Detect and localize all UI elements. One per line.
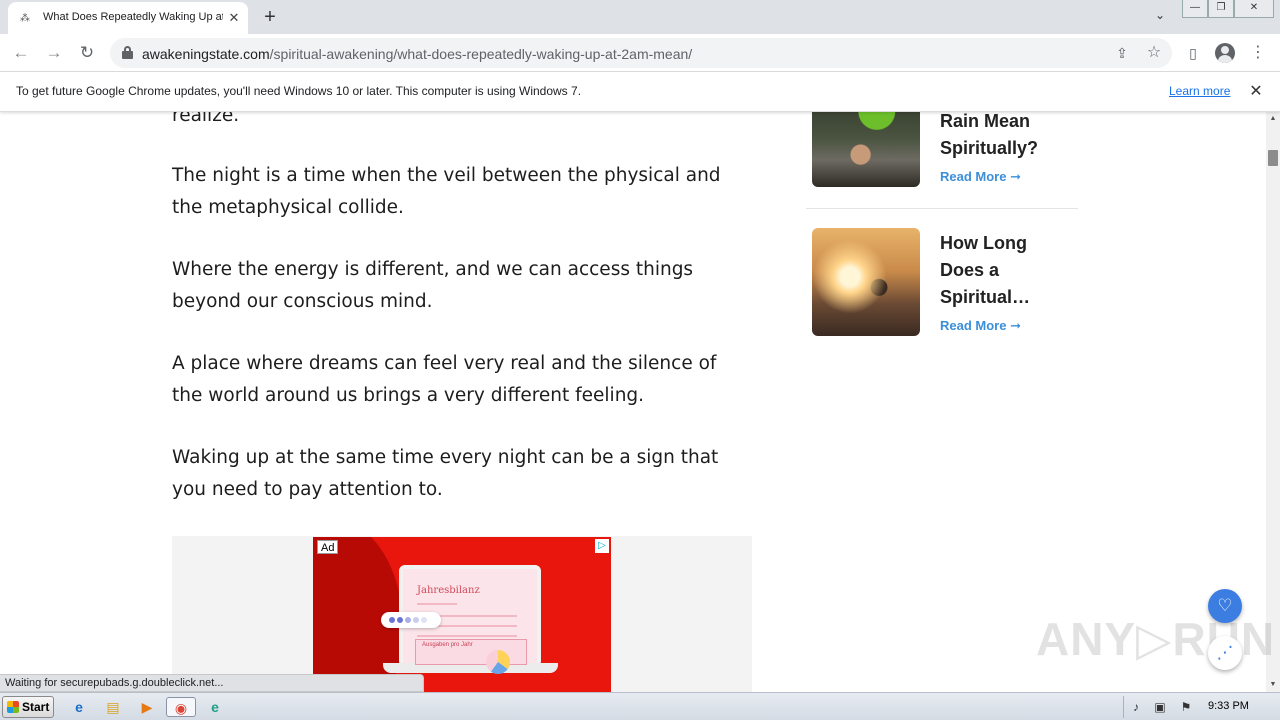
infobar-message: To get future Google Chrome updates, you… <box>16 84 582 98</box>
tab-title: What Does Repeatedly Waking Up at 2am Me… <box>43 11 223 23</box>
related-post-thumbnail[interactable] <box>812 112 920 187</box>
network-icon[interactable]: ▣ <box>1152 699 1168 715</box>
adchoices-icon[interactable]: ▷ <box>595 539 609 553</box>
url-path: /spiritual-awakening/what-does-repeatedl… <box>269 46 693 62</box>
read-more-link[interactable]: Read More ➞ <box>940 169 1021 185</box>
restore-button[interactable]: ❐ <box>1208 0 1234 18</box>
media-player-icon[interactable]: ▶ <box>134 697 160 717</box>
site-favicon-icon: ⁂ <box>20 13 30 24</box>
minimize-button[interactable]: — <box>1182 0 1208 18</box>
tab-close-icon[interactable]: ✕ <box>226 10 242 26</box>
scroll-up-arrow-icon[interactable]: ▲ <box>1266 112 1280 126</box>
close-window-button[interactable]: ✕ <box>1234 0 1274 18</box>
ad-container: Ad ▷ Jahresbilanz Ausgaben pro Jahr <box>172 536 752 692</box>
ad-badge: Ad <box>317 540 339 554</box>
learn-more-link[interactable]: Learn more <box>1169 84 1230 98</box>
page-content: realize. The night is a time when the ve… <box>0 112 1266 692</box>
article-paragraph: A place where dreams can feel very real … <box>172 353 717 406</box>
bookmark-star-icon[interactable]: ☆ <box>1145 44 1163 62</box>
tray-separator <box>1123 696 1124 718</box>
new-tab-button[interactable]: + <box>258 5 282 29</box>
infobar-close-icon[interactable]: ✕ <box>1246 82 1266 102</box>
ad-text-line <box>417 603 457 605</box>
windows-logo-icon <box>7 701 19 713</box>
side-panel-icon[interactable]: ▯ <box>1183 43 1203 63</box>
profile-avatar-icon[interactable] <box>1215 43 1235 63</box>
url-domain: awakeningstate.com <box>142 46 270 62</box>
related-post-title[interactable]: How Long Does a Spiritual… <box>940 230 1070 311</box>
related-post-thumbnail[interactable] <box>812 228 920 336</box>
pie-chart-icon <box>486 650 510 674</box>
lock-icon[interactable] <box>122 46 133 59</box>
loading-dots-pill <box>381 612 441 628</box>
article-paragraph: The night is a time when the veil betwee… <box>172 165 721 218</box>
article-paragraph: Where the energy is different, and we ca… <box>172 259 694 312</box>
update-infobar: To get future Google Chrome updates, you… <box>0 72 1280 112</box>
sidebar-divider <box>806 208 1078 209</box>
action-center-flag-icon[interactable]: ⚑ <box>1178 699 1194 715</box>
related-post-title[interactable]: Rain Mean Spiritually? <box>940 112 1070 162</box>
ad-laptop-title: Jahresbilanz <box>417 585 480 596</box>
reload-button[interactable]: ↻ <box>76 42 98 64</box>
volume-icon[interactable]: ♪ <box>1128 699 1144 715</box>
browser-tab[interactable]: ⁂ What Does Repeatedly Waking Up at 2am … <box>8 2 248 34</box>
favorite-heart-button[interactable]: ♡ <box>1208 589 1242 623</box>
tab-search-icon[interactable]: ⌄ <box>1150 8 1170 26</box>
windows-taskbar: Start e ▤ ▶ ◉ e ♪ ▣ ⚑ 9:33 PM <box>0 692 1280 720</box>
article-paragraph: Waking up at the same time every night c… <box>172 447 719 500</box>
url-text[interactable]: awakeningstate.com/spiritual-awakening/w… <box>142 46 692 62</box>
ad-chart-box: Ausgaben pro Jahr <box>415 639 527 674</box>
forward-button[interactable]: → <box>43 42 65 64</box>
tab-strip: ⁂ What Does Repeatedly Waking Up at 2am … <box>0 0 1280 34</box>
scroll-down-arrow-icon[interactable]: ▼ <box>1266 678 1280 692</box>
file-explorer-icon[interactable]: ▤ <box>100 697 126 717</box>
vertical-scrollbar[interactable]: ▲ ▼ <box>1266 112 1280 692</box>
edge-icon[interactable]: e <box>202 697 228 717</box>
chrome-icon[interactable]: ◉ <box>166 697 196 717</box>
menu-icon[interactable]: ⋮ <box>1248 43 1268 63</box>
status-bubble: Waiting for securepubads.g.doubleclick.n… <box>0 674 424 692</box>
scrollbar-thumb[interactable] <box>1268 150 1278 166</box>
start-button[interactable]: Start <box>2 696 54 718</box>
article-paragraph-partial: realize. <box>172 112 240 126</box>
share-button[interactable]: ⋰ <box>1208 636 1242 670</box>
ad-banner[interactable]: Ad ▷ Jahresbilanz Ausgaben pro Jahr <box>313 537 611 692</box>
share-icon[interactable]: ⇪ <box>1113 44 1131 62</box>
ad-chart-label: Ausgaben pro Jahr <box>422 642 473 648</box>
back-button[interactable]: ← <box>10 42 32 64</box>
browser-toolbar: ← → ↻ awakeningstate.com/spiritual-awake… <box>0 34 1280 72</box>
address-bar[interactable]: awakeningstate.com/spiritual-awakening/w… <box>110 38 1172 68</box>
read-more-link[interactable]: Read More ➞ <box>940 318 1021 334</box>
system-clock[interactable]: 9:33 PM <box>1208 700 1249 712</box>
ad-text-line <box>417 635 517 637</box>
start-label: Start <box>22 700 50 714</box>
internet-explorer-icon[interactable]: e <box>66 697 92 717</box>
